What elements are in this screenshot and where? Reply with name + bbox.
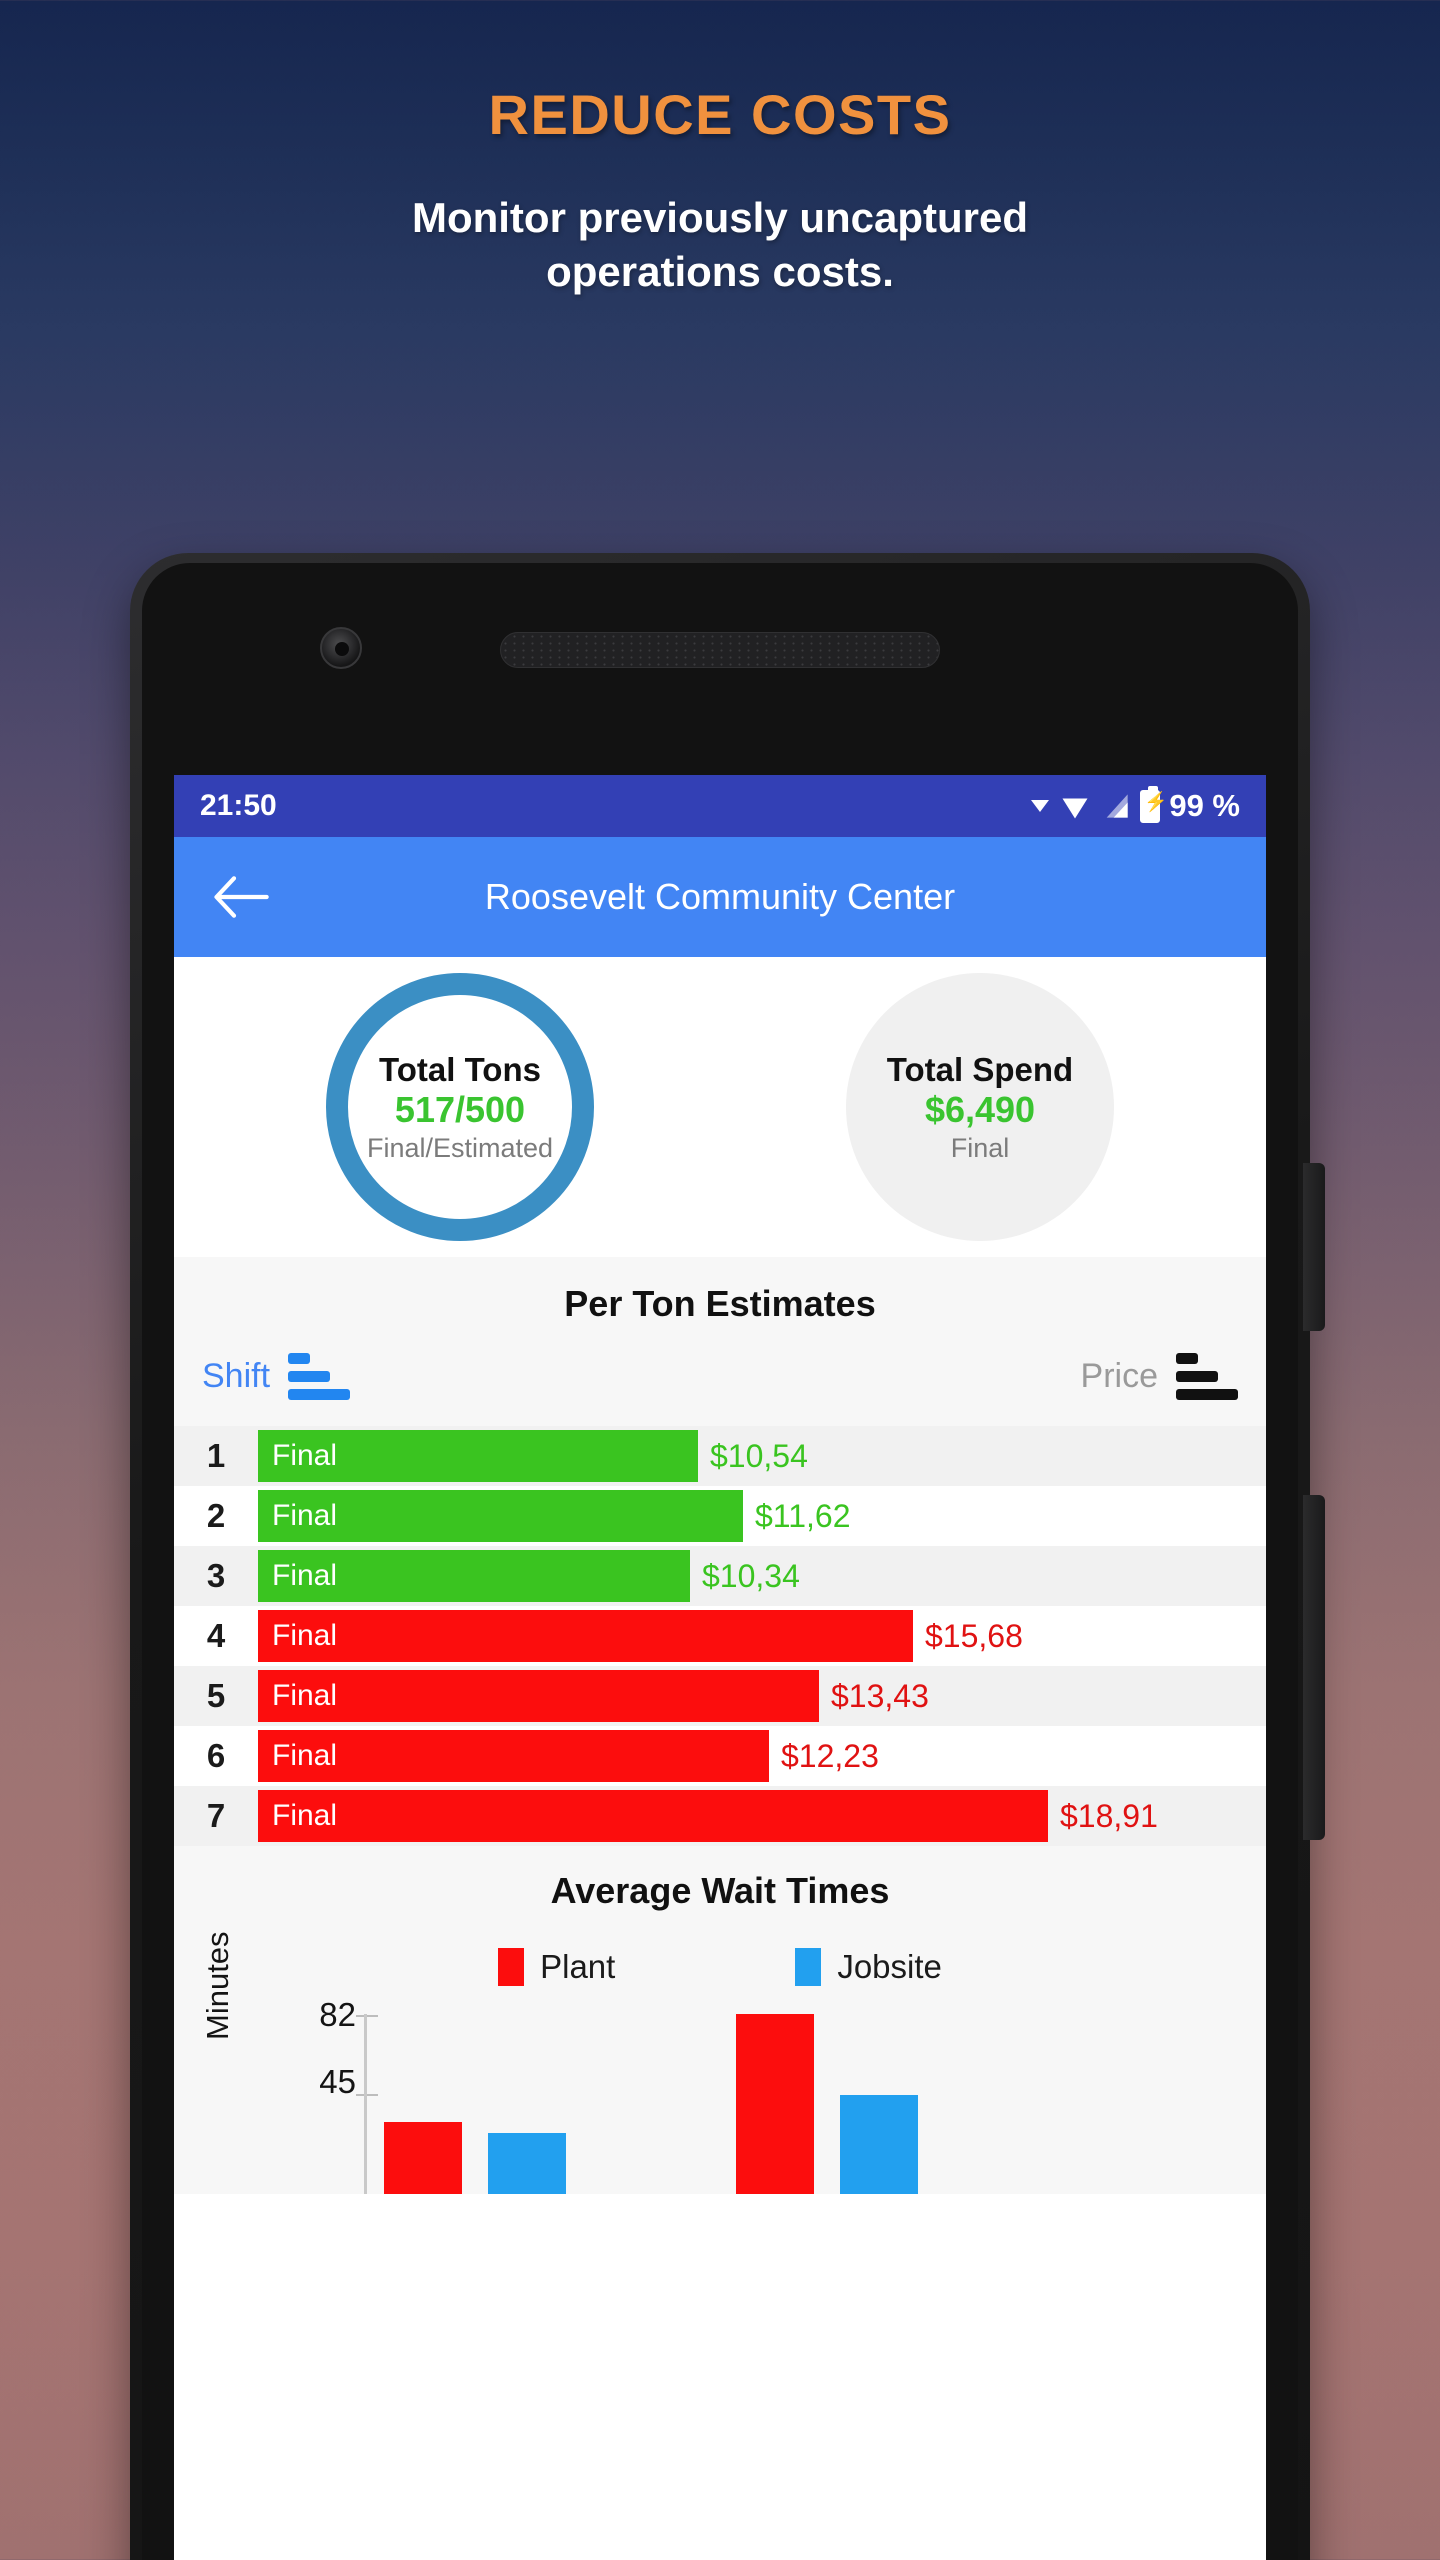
row-body: Final $11,62 xyxy=(258,1486,1266,1546)
y-axis-line xyxy=(364,2014,367,2194)
sort-by-price[interactable]: Price xyxy=(1081,1353,1238,1400)
total-tons-card[interactable]: Total Tons 517/500 Final/Estimated xyxy=(326,973,594,1241)
chart-bar-jobsite xyxy=(488,2133,566,2194)
row-shift-number: 1 xyxy=(206,1437,226,1474)
wifi-icon xyxy=(1062,798,1088,819)
row-status-bar: Final xyxy=(258,1790,1048,1842)
promo-subtitle: Monitor previously uncaptured operations… xyxy=(0,191,1440,299)
signal-icon xyxy=(1106,794,1128,818)
status-icons: 99 % xyxy=(1031,785,1240,824)
legend-item-jobsite: Jobsite xyxy=(795,1948,942,1986)
chart-bar-jobsite xyxy=(840,2095,918,2194)
table-row[interactable]: 5 Final $13,43 xyxy=(174,1666,1266,1726)
row-shift-number: 3 xyxy=(206,1557,226,1594)
promo-subtitle-line2: operations costs. xyxy=(546,247,894,295)
per-ton-title: Per Ton Estimates xyxy=(564,1283,876,1324)
row-body: Final $18,91 xyxy=(258,1786,1266,1846)
total-spend-card[interactable]: Total Spend $6,490 Final xyxy=(846,973,1114,1241)
legend-item-plant: Plant xyxy=(498,1948,615,1986)
sort-row: Shift Price xyxy=(174,1347,1266,1426)
promo-title: REDUCE COSTS xyxy=(488,83,952,146)
row-body: Final $13,43 xyxy=(258,1666,1266,1726)
status-bar: 21:50 99 % xyxy=(174,775,1266,837)
table-row[interactable]: 6 Final $12,23 xyxy=(174,1726,1266,1786)
row-price-value: $13,43 xyxy=(831,1677,929,1714)
row-price-value: $10,54 xyxy=(710,1437,808,1474)
power-button[interactable] xyxy=(1303,1163,1325,1331)
sort-price-label: Price xyxy=(1080,1357,1158,1395)
earpiece-speaker xyxy=(500,632,940,668)
row-body: Final $15,68 xyxy=(258,1606,1266,1666)
table-row[interactable]: 3 Final $10,34 xyxy=(174,1546,1266,1606)
battery-percent: 99 % xyxy=(1169,788,1240,823)
chart-legend: Plant Jobsite xyxy=(174,1948,1266,1986)
total-tons-title: Total Tons xyxy=(379,1050,541,1088)
row-status-bar: Final xyxy=(258,1670,819,1722)
row-shift-number: 6 xyxy=(206,1737,226,1774)
phone-screen: 21:50 99 % Roosevelt Community Center To… xyxy=(174,775,1266,2560)
table-row[interactable]: 4 Final $15,68 xyxy=(174,1606,1266,1666)
y-axis-label: Minutes xyxy=(200,1931,235,2040)
legend-label-plant: Plant xyxy=(540,1948,616,1985)
wait-times-section: Average Wait Times Plant Jobsite Minutes… xyxy=(174,1846,1266,2194)
summary-section: Total Tons 517/500 Final/Estimated Total… xyxy=(174,957,1266,1257)
row-price-value: $18,91 xyxy=(1060,1797,1158,1834)
row-body: Final $10,34 xyxy=(258,1546,1266,1606)
total-spend-note: Final xyxy=(950,1132,1010,1163)
row-body: Final $12,23 xyxy=(258,1726,1266,1786)
y-tick-low: 45 xyxy=(319,2063,356,2101)
tick-mark-low xyxy=(356,2094,378,2096)
total-spend-title: Total Spend xyxy=(886,1050,1074,1088)
arrow-left-icon[interactable] xyxy=(212,876,270,918)
chart-bar-plant xyxy=(736,2014,814,2194)
jobsite-color-swatch xyxy=(795,1948,822,1986)
row-shift-number: 7 xyxy=(206,1797,226,1834)
chart-bar-plant xyxy=(384,2122,462,2194)
plant-color-swatch xyxy=(498,1948,525,1986)
row-price-value: $15,68 xyxy=(925,1617,1023,1654)
row-price-value: $10,34 xyxy=(702,1557,800,1594)
per-ton-section: Per Ton Estimates Shift Price xyxy=(174,1257,1266,1426)
legend-label-jobsite: Jobsite xyxy=(837,1948,942,1985)
sort-ascending-icon xyxy=(1176,1353,1238,1400)
row-shift-number: 2 xyxy=(206,1497,226,1534)
per-ton-table: 1 Final $10,54 2 Final $11,62 3 Final $10,34 4 Fin… xyxy=(174,1426,1266,1846)
caret-down-icon xyxy=(1031,800,1050,812)
y-tick-high: 82 xyxy=(319,1996,356,2033)
app-bar: Roosevelt Community Center xyxy=(174,837,1266,957)
volume-button[interactable] xyxy=(1303,1495,1325,1840)
sort-ascending-icon xyxy=(288,1353,351,1400)
sort-shift-label: Shift xyxy=(202,1357,271,1395)
total-tons-note: Final/Estimated xyxy=(366,1132,554,1163)
row-status-bar: Final xyxy=(258,1730,769,1782)
row-status-bar: Final xyxy=(258,1550,690,1602)
sort-by-shift[interactable]: Shift xyxy=(202,1353,351,1400)
row-status-bar: Final xyxy=(258,1490,743,1542)
row-shift-number: 4 xyxy=(206,1617,226,1654)
row-status-bar: Final xyxy=(258,1430,698,1482)
front-camera-icon xyxy=(320,627,362,669)
battery-charging-icon xyxy=(1140,785,1168,823)
total-tons-value: 517/500 xyxy=(394,1088,526,1130)
chart-bars xyxy=(384,2014,1266,2194)
table-row[interactable]: 2 Final $11,62 xyxy=(174,1486,1266,1546)
app-bar-title: Roosevelt Community Center xyxy=(484,876,956,917)
bar-chart-plot: Minutes 82 45 xyxy=(174,1931,1266,2194)
row-price-value: $11,62 xyxy=(755,1497,851,1534)
table-row[interactable]: 1 Final $10,54 xyxy=(174,1426,1266,1486)
table-row[interactable]: 7 Final $18,91 xyxy=(174,1786,1266,1846)
row-shift-number: 5 xyxy=(206,1677,226,1714)
promo-header: REDUCE COSTS Monitor previously uncaptur… xyxy=(0,0,1440,299)
row-status-bar: Final xyxy=(258,1610,913,1662)
status-time: 21:50 xyxy=(200,789,277,822)
row-body: Final $10,54 xyxy=(258,1426,1266,1486)
row-price-value: $12,23 xyxy=(781,1737,879,1774)
total-spend-value: $6,490 xyxy=(924,1088,1036,1130)
chart-title: Average Wait Times xyxy=(550,1870,890,1911)
y-axis-ticks: 82 45 xyxy=(236,1996,356,2194)
promo-subtitle-line1: Monitor previously uncaptured xyxy=(411,194,1029,241)
tick-mark-high xyxy=(356,2015,378,2017)
